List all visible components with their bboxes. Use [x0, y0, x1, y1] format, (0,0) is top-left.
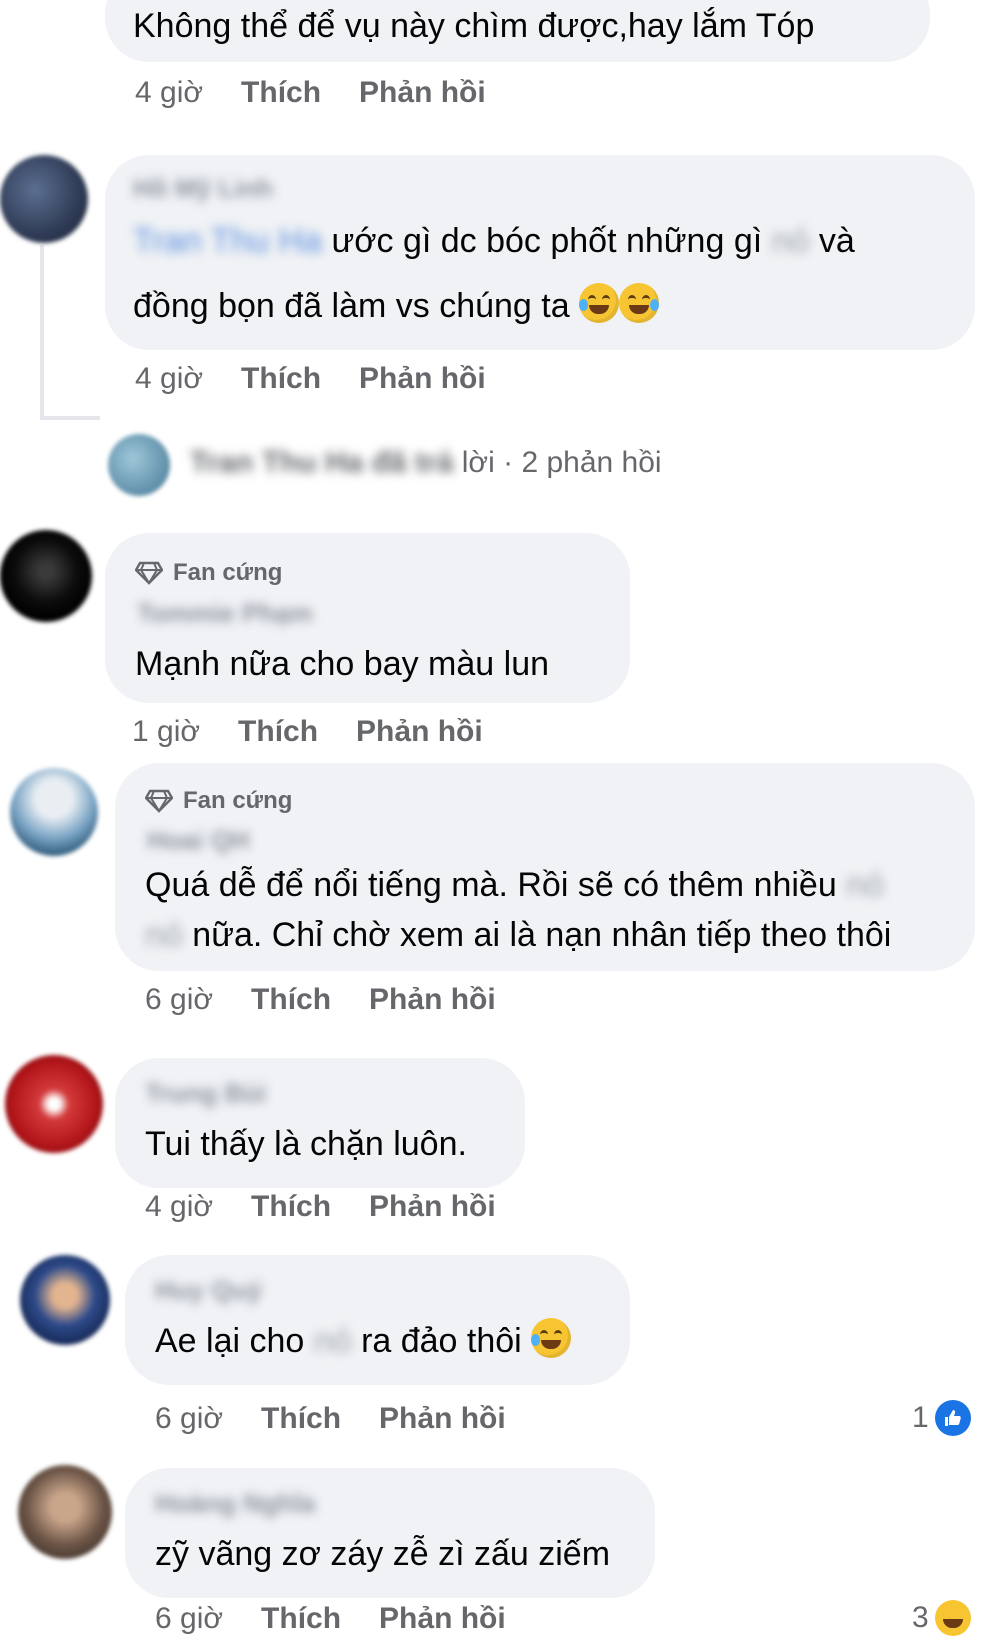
reaction-count: 1: [912, 1401, 929, 1434]
avatar[interactable]: [18, 1465, 112, 1559]
haha-reaction-icon: [934, 1600, 971, 1636]
like-button[interactable]: Thích: [261, 1602, 341, 1635]
fan-badge: Fan cứng: [145, 787, 292, 815]
comment-meta: 6 giờ Thích Phản hồi: [155, 1602, 506, 1636]
comment-time[interactable]: 6 giờ: [145, 983, 213, 1016]
reply-button[interactable]: Phản hồi: [369, 983, 496, 1016]
comment-bubble: Fan cứng Tommie Phạm Mạnh nữa cho bay mà…: [105, 533, 630, 703]
reply-avatar: [108, 434, 170, 496]
like-button[interactable]: Thích: [251, 983, 331, 1016]
comment-bubble: Không thể để vụ này chìm được,hay lắm Tó…: [105, 0, 930, 62]
reply-button[interactable]: Phản hồi: [369, 1190, 496, 1223]
comment-time[interactable]: 6 giờ: [155, 1602, 223, 1635]
like-button[interactable]: Thích: [251, 1190, 331, 1223]
comment-author[interactable]: Tommie Phạm: [137, 598, 313, 629]
avatar[interactable]: [0, 155, 88, 243]
reply-button[interactable]: Phản hồi: [359, 362, 486, 395]
comment-text: Ae lại cho nó ra đảo thôi: [155, 1315, 572, 1367]
comment-meta: 6 giờ Thích Phản hồi: [145, 983, 496, 1017]
comment-author[interactable]: Trung Bùi: [145, 1078, 266, 1109]
diamond-icon: [145, 789, 173, 813]
comment-text: Quá dễ để nổi tiếng mà. Rồi sẽ có thêm n…: [145, 866, 885, 904]
comment-author[interactable]: Hoàng Nghĩa: [155, 1488, 315, 1519]
comment-author[interactable]: Huy Quý: [155, 1275, 262, 1306]
tears-of-joy-emoji: [619, 283, 660, 323]
comment-meta: 4 giờ Thích Phản hồi: [135, 76, 486, 110]
comment-time[interactable]: 4 giờ: [135, 76, 203, 109]
comment-time[interactable]: 4 giờ: [135, 362, 203, 395]
view-replies-link[interactable]: Tran Thu Ha đã trả lời · 2 phản hồi: [190, 446, 662, 480]
like-reaction-icon: [934, 1400, 971, 1436]
comment-text-line2: đồng bọn đã làm vs chúng ta: [133, 280, 660, 332]
comment-text: Tran Thu Ha ước gì dc bóc phốt những gì …: [133, 215, 855, 267]
avatar[interactable]: [5, 1055, 103, 1153]
comment-text: Tui thấy là chặn luôn.: [145, 1125, 467, 1163]
reaction-count: 3: [912, 1601, 929, 1634]
thread-connector-curve: [40, 416, 100, 420]
tears-of-joy-emoji: [531, 1318, 572, 1358]
comment-text: Mạnh nữa cho bay màu lun: [135, 645, 550, 683]
tears-of-joy-emoji: [579, 283, 620, 323]
comment-time[interactable]: 6 giờ: [155, 1402, 223, 1435]
like-button[interactable]: Thích: [238, 715, 318, 748]
avatar[interactable]: [0, 530, 92, 622]
diamond-icon: [135, 561, 163, 585]
like-button[interactable]: Thích: [241, 362, 321, 395]
comment-author[interactable]: Hồ Mỹ Linh: [133, 173, 273, 204]
comment-time[interactable]: 4 giờ: [145, 1190, 213, 1223]
mention-link[interactable]: Tran Thu Ha: [133, 215, 322, 267]
comment-bubble: Huy Quý Ae lại cho nó ra đảo thôi: [125, 1255, 630, 1385]
avatar[interactable]: [10, 768, 98, 856]
comment-bubble: Trung Bùi Tui thấy là chặn luôn.: [115, 1058, 525, 1188]
comment-bubble: Hoàng Nghĩa zỹ vãng zơ záy zễ zì zấu ziế…: [125, 1468, 655, 1598]
comment-bubble: Hồ Mỹ Linh Tran Thu Ha ước gì dc bóc phố…: [105, 155, 975, 350]
avatar[interactable]: [20, 1255, 110, 1345]
like-button[interactable]: Thích: [241, 76, 321, 109]
fan-badge: Fan cứng: [135, 559, 282, 587]
thread-connector: [40, 245, 44, 420]
comment-time[interactable]: 1 giờ: [132, 715, 200, 748]
comment-text: zỹ vãng zơ záy zễ zì zấu ziếm: [155, 1535, 611, 1573]
comment-meta: 4 giờ Thích Phản hồi: [135, 362, 486, 396]
reaction-summary[interactable]: 3: [912, 1600, 971, 1636]
reaction-summary[interactable]: 1: [912, 1400, 971, 1436]
comment-bubble: Fan cứng Hoai QH Quá dễ để nổi tiếng mà.…: [115, 763, 975, 971]
comment-text-line2: nó nữa. Chỉ chờ xem ai là nạn nhân tiếp …: [145, 916, 892, 954]
reply-button[interactable]: Phản hồi: [359, 76, 486, 109]
comment-meta: 6 giờ Thích Phản hồi: [155, 1402, 506, 1436]
reply-button[interactable]: Phản hồi: [379, 1602, 506, 1635]
comment-text: Không thể để vụ này chìm được,hay lắm Tó…: [133, 7, 815, 45]
reply-button[interactable]: Phản hồi: [379, 1402, 506, 1435]
like-button[interactable]: Thích: [261, 1402, 341, 1435]
comment-author[interactable]: Hoai QH: [147, 825, 250, 856]
comment-meta: 1 giờ Thích Phản hồi: [132, 715, 483, 749]
reply-button[interactable]: Phản hồi: [356, 715, 483, 748]
comment-meta: 4 giờ Thích Phản hồi: [145, 1190, 496, 1224]
